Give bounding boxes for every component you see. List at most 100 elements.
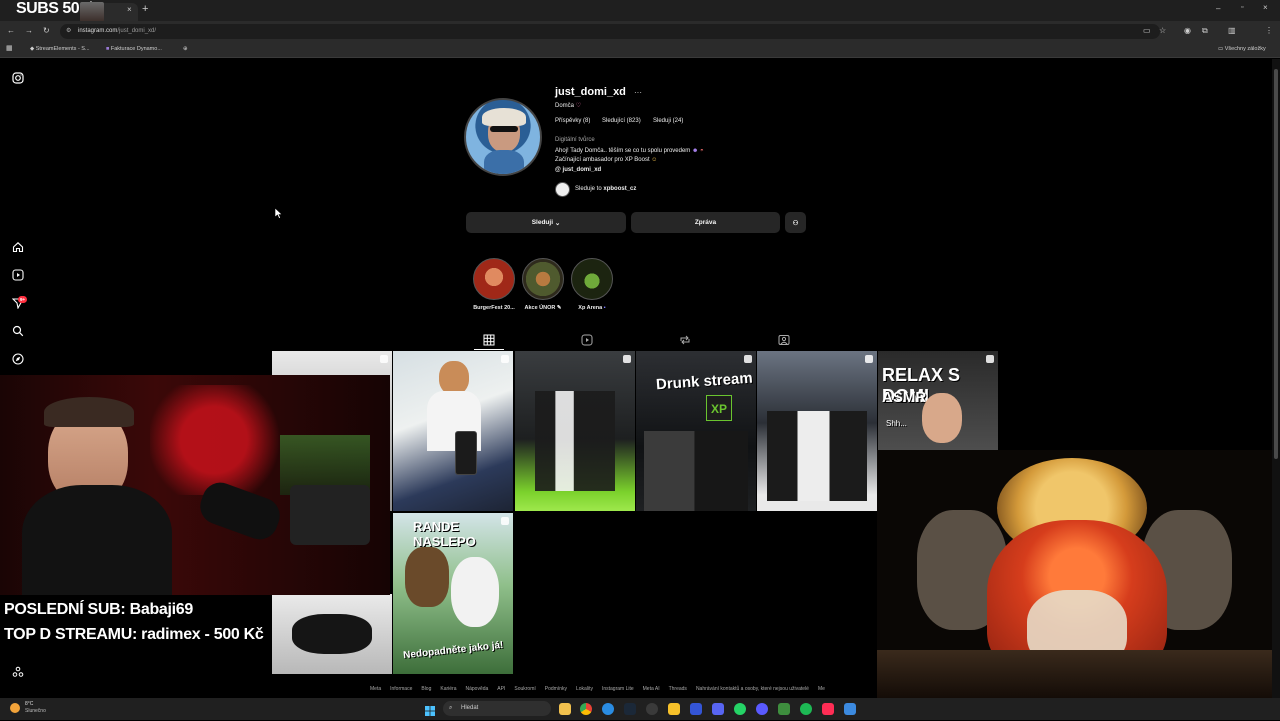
profile-category: Digitální tvůrce: [555, 137, 595, 143]
highlight-label-text: Xp Arena: [578, 305, 603, 311]
steam-icon[interactable]: [624, 703, 636, 715]
scrollbar-thumb[interactable]: [1274, 69, 1278, 459]
browser-tab-bar: × + – ▫ ×: [0, 0, 1280, 21]
instagram-logo-icon[interactable]: [11, 71, 25, 85]
close-window-icon[interactable]: ×: [1263, 3, 1268, 12]
bookmark-globe-icon[interactable]: ⊕: [183, 45, 188, 54]
post-thumbnail-4[interactable]: Drunk stream XP: [636, 351, 756, 511]
app-icon[interactable]: [690, 703, 702, 715]
meta-apps-icon[interactable]: [11, 665, 25, 679]
footer-link[interactable]: Podmínky: [545, 686, 567, 692]
footer-link[interactable]: Informace: [390, 686, 412, 692]
footer-link[interactable]: Kariéra: [440, 686, 456, 692]
followed-by[interactable]: Sleduje to xpboost_cz: [575, 186, 636, 192]
tab-tagged-icon[interactable]: [778, 333, 790, 345]
footer-link[interactable]: Nápověda: [466, 686, 489, 692]
stat-following[interactable]: Sleduji (24): [653, 118, 683, 124]
site-info-icon[interactable]: ⚙: [66, 24, 71, 39]
footer-link[interactable]: Me: [818, 686, 825, 692]
acrobat-icon[interactable]: [822, 703, 834, 715]
chrome-icon[interactable]: [580, 703, 592, 715]
minecraft-icon[interactable]: [778, 703, 790, 715]
post-thumbnail-2[interactable]: [393, 351, 513, 511]
search-icon[interactable]: [11, 324, 25, 338]
whatsapp-icon[interactable]: [734, 703, 746, 715]
all-bookmarks[interactable]: ▭ Všechny záložky: [1218, 45, 1266, 54]
post-thumbnail-8[interactable]: RANDE NASLEPO Nedopadněte jako já!: [393, 513, 513, 674]
stat-posts[interactable]: Příspěvky (8): [555, 118, 590, 124]
reload-icon[interactable]: ↻: [43, 26, 50, 36]
obs-icon[interactable]: [646, 703, 658, 715]
footer-link[interactable]: Threads: [669, 686, 687, 692]
followed-by-account: xpboost_cz: [603, 186, 637, 192]
puzzle-icon[interactable]: ⧉: [1202, 26, 1208, 36]
bookmark-label: Fakturace Dynamo...: [110, 46, 162, 52]
footer-link[interactable]: Nahrávání kontaktů a osoby, které nejsou…: [696, 686, 809, 692]
page-scrollbar[interactable]: [1272, 59, 1280, 698]
stat-followers[interactable]: Sledující (823): [602, 118, 641, 124]
windows-start-icon[interactable]: [425, 703, 435, 716]
sun-icon: [10, 703, 20, 713]
highlight-burgerfest[interactable]: [473, 258, 515, 300]
footer-link[interactable]: Lokality: [576, 686, 593, 692]
following-button[interactable]: Sleduji ⌄: [466, 212, 626, 233]
threads-link[interactable]: @ just_domi_xd: [555, 167, 601, 173]
weather-temp[interactable]: 8°C: [25, 701, 33, 707]
post-thumbnail-6[interactable]: RELAX S DOMI ASMR Shh...: [878, 351, 998, 451]
tab-reels-icon[interactable]: [581, 333, 593, 346]
tab-close-icon[interactable]: ×: [127, 5, 132, 14]
sidebar-icon[interactable]: ▥: [1228, 26, 1236, 36]
minimize-icon[interactable]: –: [1216, 4, 1220, 13]
following-button-label: Sleduji: [531, 219, 554, 226]
file-explorer-icon[interactable]: [559, 703, 571, 715]
footer-link[interactable]: API: [497, 686, 505, 692]
post-thumbnail-3[interactable]: [515, 351, 635, 511]
suggest-user-button[interactable]: ⚇: [785, 212, 806, 233]
new-tab-icon[interactable]: +: [142, 3, 148, 15]
reels-icon[interactable]: [11, 268, 25, 282]
purple-emoji-icon: ☻: [691, 148, 699, 154]
pencil-emoji-icon: ✎: [556, 305, 562, 311]
extension-icon[interactable]: ◉: [1184, 26, 1191, 36]
highlight-akce-unor[interactable]: [522, 258, 564, 300]
notes-icon[interactable]: [668, 703, 680, 715]
reel-icon: [501, 355, 509, 363]
post-thumbnail-5[interactable]: [757, 351, 877, 511]
profile-avatar[interactable]: [464, 98, 542, 176]
address-bar[interactable]: ⚙ instagram.com/just_domi_xd/: [60, 24, 1160, 39]
post-thumbnail-7[interactable]: [272, 594, 392, 674]
menu-dots-icon[interactable]: ⋮: [1265, 26, 1273, 36]
footer-link[interactable]: Meta AI: [643, 686, 660, 692]
footer-link[interactable]: Soukromí: [514, 686, 535, 692]
edge-icon[interactable]: [602, 703, 614, 715]
home-icon[interactable]: [11, 240, 25, 254]
tab-reposts-icon[interactable]: [679, 333, 691, 345]
mutual-follower-avatar[interactable]: [555, 182, 570, 197]
message-button[interactable]: Zpráva: [631, 212, 780, 233]
footer-link[interactable]: Blog: [421, 686, 431, 692]
apps-grid-icon[interactable]: ▦: [6, 44, 13, 54]
tab-posts-grid-icon[interactable]: [483, 333, 495, 346]
app-icon-2[interactable]: [756, 703, 768, 715]
telegram-icon[interactable]: [844, 703, 856, 715]
forward-icon[interactable]: →: [25, 26, 33, 36]
maximize-icon[interactable]: ▫: [1241, 4, 1243, 11]
stream-info-box: POSLEDNÍ SUB: Babaji69 TOP D STREAMU: ra…: [0, 595, 272, 648]
bookmark-star-icon[interactable]: ☆: [1159, 26, 1166, 36]
profile-username: just_domi_xd: [555, 86, 626, 98]
bookmark-fakturace[interactable]: ■ Fakturace Dynamo...: [106, 45, 162, 54]
cast-icon[interactable]: ▭: [1143, 26, 1151, 36]
chevron-down-icon: ⌄: [554, 219, 561, 227]
discord-icon[interactable]: [712, 703, 724, 715]
taskbar-search-field[interactable]: ⌕ Hledat: [443, 701, 551, 716]
footer-link[interactable]: Meta: [370, 686, 381, 692]
post-caption: Shh...: [886, 419, 907, 428]
spotify-icon[interactable]: [800, 703, 812, 715]
highlight-xp-arena[interactable]: [571, 258, 613, 300]
footer-link[interactable]: Instagram Lite: [602, 686, 634, 692]
explore-icon[interactable]: [11, 352, 25, 366]
bookmark-streamelements[interactable]: ◆ StreamElements - S...: [30, 45, 90, 54]
weather-text[interactable]: Slunečno: [25, 708, 46, 714]
back-icon[interactable]: ←: [7, 26, 15, 36]
options-dots-icon[interactable]: ···: [634, 88, 642, 97]
